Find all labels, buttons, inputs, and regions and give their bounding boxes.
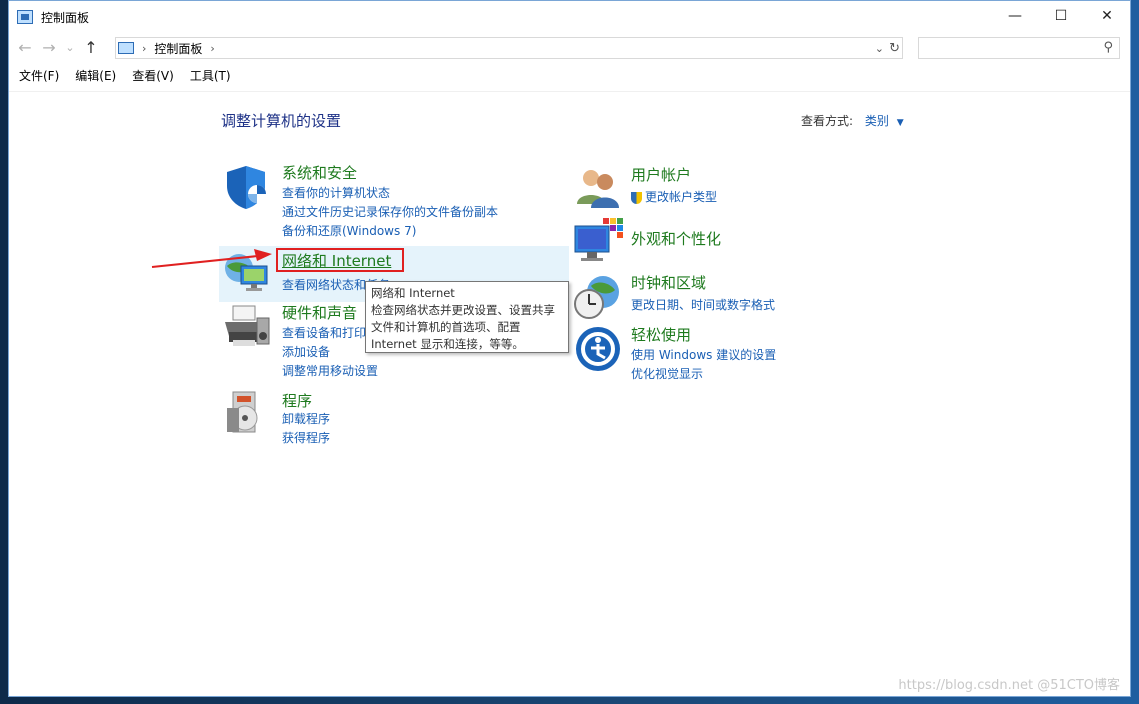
view-by-label: 查看方式: xyxy=(801,114,854,128)
link-devices-printers[interactable]: 查看设备和打印机 xyxy=(282,324,378,341)
control-panel-small-icon xyxy=(118,42,134,54)
menu-tools[interactable]: 工具(T) xyxy=(190,67,231,89)
category-title-hardware-sound[interactable]: 硬件和声音 xyxy=(282,302,357,323)
link-change-date-time-format[interactable]: 更改日期、时间或数字格式 xyxy=(631,296,775,313)
tooltip-line: 文件和计算机的首选项、配置 xyxy=(371,320,521,334)
link-add-device[interactable]: 添加设备 xyxy=(282,343,330,360)
link-mobility-settings[interactable]: 调整常用移动设置 xyxy=(282,362,378,379)
link-optimize-visual-display[interactable]: 优化视觉显示 xyxy=(631,365,703,382)
ease-of-access-icon[interactable] xyxy=(573,324,623,374)
window-title: 控制面板 xyxy=(41,10,90,25)
back-arrow-icon[interactable]: ← xyxy=(13,38,37,57)
view-by-dropdown[interactable]: 类别 xyxy=(865,114,889,128)
caret-down-icon[interactable]: ▼ xyxy=(897,118,904,128)
breadcrumb-separator-icon[interactable]: › xyxy=(142,42,146,55)
link-get-programs[interactable]: 获得程序 xyxy=(282,429,330,446)
refresh-icon[interactable]: ↻ xyxy=(889,41,900,56)
monitor-palette-icon[interactable] xyxy=(573,216,623,266)
breadcrumb-control-panel[interactable]: 控制面板 xyxy=(154,40,202,57)
programs-disc-icon[interactable] xyxy=(221,388,271,438)
breadcrumb-separator-icon[interactable]: › xyxy=(210,42,214,55)
category-title-appearance[interactable]: 外观和个性化 xyxy=(631,228,721,249)
search-input[interactable]: ⚲ xyxy=(918,37,1120,59)
window-controls: — ☐ ✕ xyxy=(992,1,1130,31)
title-bar[interactable]: 控制面板 — ☐ ✕ xyxy=(9,1,1130,33)
category-title-ease-of-access[interactable]: 轻松使用 xyxy=(631,324,691,345)
link-change-account-type-label: 更改帐户类型 xyxy=(645,190,718,204)
watermark: https://blog.csdn.net @51CTO博客 xyxy=(898,678,1120,693)
link-change-account-type[interactable]: 更改帐户类型 xyxy=(631,188,717,205)
annotation-arrow-icon xyxy=(151,249,272,268)
menu-bar: 文件(F) 编辑(E) 查看(V) 工具(T) xyxy=(9,67,237,89)
printer-icon[interactable] xyxy=(221,302,271,352)
up-arrow-icon[interactable]: ↑ xyxy=(79,38,103,57)
main-content: 调整计算机的设置 查看方式: 类别 ▼ 系统和安全 查看你的计算机状态 通过文件… xyxy=(9,91,1130,697)
page-title: 调整计算机的设置 xyxy=(221,112,342,130)
tooltip-title: 网络和 Internet xyxy=(371,286,455,300)
link-file-history[interactable]: 通过文件历史记录保存你的文件备份副本 xyxy=(282,203,498,220)
link-check-computer-status[interactable]: 查看你的计算机状态 xyxy=(282,184,390,201)
category-title-programs[interactable]: 程序 xyxy=(282,390,312,411)
link-recommended-settings[interactable]: 使用 Windows 建议的设置 xyxy=(631,346,776,363)
chevron-down-icon[interactable]: ⌄ xyxy=(875,42,884,55)
link-backup-restore[interactable]: 备份和还原(Windows 7) xyxy=(282,222,416,239)
category-title-clock-region[interactable]: 时钟和区域 xyxy=(631,272,706,293)
search-icon[interactable]: ⚲ xyxy=(1103,40,1113,55)
minimize-button[interactable]: — xyxy=(992,1,1038,31)
tooltip: 网络和 Internet 检查网络状态并更改设置、设置共享 文件和计算机的首选项… xyxy=(365,281,569,353)
forward-arrow-icon[interactable]: → xyxy=(37,38,61,57)
tooltip-line: 检查网络状态并更改设置、设置共享 xyxy=(371,303,555,317)
control-panel-icon xyxy=(17,10,33,24)
address-bar[interactable]: › 控制面板 › ⌄ ↻ xyxy=(115,37,903,59)
link-uninstall-program[interactable]: 卸载程序 xyxy=(282,410,330,427)
maximize-button[interactable]: ☐ xyxy=(1038,1,1084,31)
shield-icon[interactable] xyxy=(221,162,271,212)
clock-globe-icon[interactable] xyxy=(573,272,623,322)
users-icon[interactable] xyxy=(573,164,623,214)
tooltip-line: Internet 显示和连接，等等。 xyxy=(371,337,524,351)
menu-view[interactable]: 查看(V) xyxy=(132,67,174,89)
menu-edit[interactable]: 编辑(E) xyxy=(75,67,116,89)
control-panel-window: 控制面板 — ☐ ✕ ← → ⌄ ↑ › 控制面板 › ⌄ ↻ ⚲ 文件(F) … xyxy=(8,0,1131,697)
annotation-highlight-box xyxy=(276,248,404,272)
category-title-system-security[interactable]: 系统和安全 xyxy=(282,162,357,183)
category-title-user-accounts[interactable]: 用户帐户 xyxy=(631,164,691,185)
view-by: 查看方式: 类别 ▼ xyxy=(801,112,904,129)
menu-file[interactable]: 文件(F) xyxy=(19,67,59,89)
close-button[interactable]: ✕ xyxy=(1084,1,1130,31)
recent-locations-icon[interactable]: ⌄ xyxy=(61,41,79,54)
uac-shield-icon xyxy=(631,191,642,204)
